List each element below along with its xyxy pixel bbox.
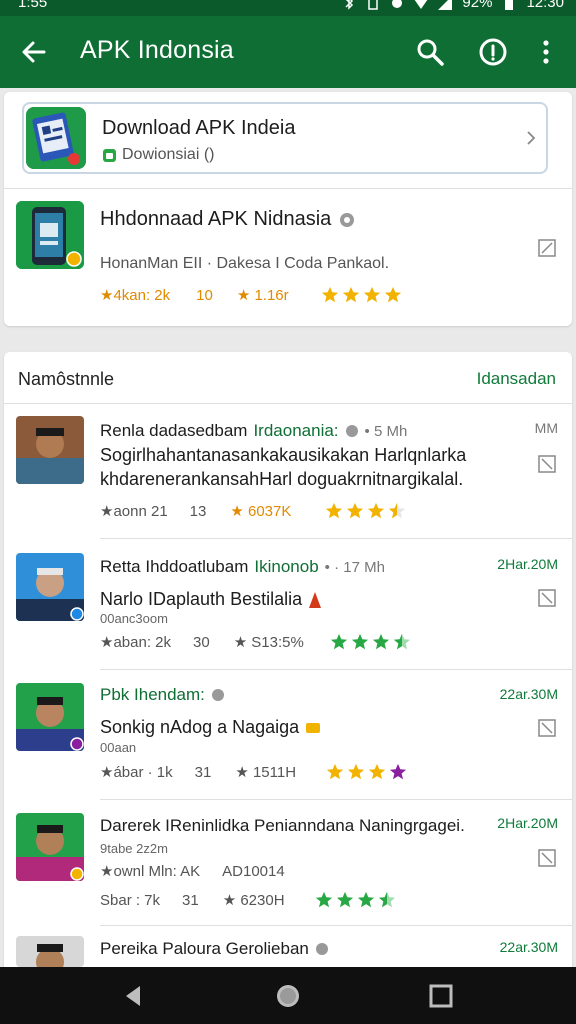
review-body: Sogirlhahantanasankakausikakan Harlqnlar… xyxy=(100,445,467,489)
reviewer-name: Pereika Paloura Gerolieban xyxy=(100,939,329,959)
review-item[interactable]: Pereika Paloura Gerolieban 22ar.30M xyxy=(0,0,576,967)
review-headline: Sonkig nAdog a Nagaiga xyxy=(100,717,321,738)
app-rating-label: ★4kan: 2k xyxy=(100,287,171,304)
star-icon xyxy=(336,891,353,908)
review-meta-top: ★ownl Mln: AK AD10014 xyxy=(100,862,285,881)
review-date: 22ar.30M xyxy=(499,939,558,955)
reviewer-name: Renla dadasedbam Irdaonania: • 5 Mh xyxy=(100,421,408,440)
review-meta: ★aonn 21 13 ★ 6037K xyxy=(100,502,406,520)
app-thumbnail xyxy=(16,201,84,269)
star-icon xyxy=(326,763,344,780)
review-date: MM xyxy=(534,420,558,436)
avatar xyxy=(16,813,84,881)
emoji-icon xyxy=(309,591,322,608)
see-all-link[interactable]: Idansadan xyxy=(477,369,556,389)
checkbox-icon[interactable] xyxy=(538,719,556,737)
divider xyxy=(100,538,572,539)
half-star-icon xyxy=(378,891,395,908)
emoji-icon xyxy=(306,722,321,733)
app-count: 10 xyxy=(196,286,213,304)
review-subtext: 9tabe 2z2m xyxy=(100,841,168,856)
featured-app-developer: Dowionsiai () xyxy=(122,146,215,163)
avatar xyxy=(16,416,84,484)
star-icon xyxy=(347,763,365,780)
star-icon xyxy=(326,502,343,519)
star-icon xyxy=(357,891,374,908)
verified-badge-icon xyxy=(340,212,355,227)
divider xyxy=(4,188,572,189)
divider xyxy=(100,925,572,926)
divider xyxy=(100,669,572,670)
divider xyxy=(100,799,572,800)
star-icon xyxy=(315,891,332,908)
verified-badge-icon xyxy=(211,689,224,701)
verified-badge-icon xyxy=(315,943,328,955)
divider xyxy=(4,403,572,404)
avatar xyxy=(16,553,84,621)
nav-back-icon[interactable] xyxy=(120,983,146,1009)
half-star-icon xyxy=(393,633,410,650)
review-stars xyxy=(315,891,396,909)
star-icon xyxy=(372,633,389,650)
review-meta: ★aban: 2k 30 ★ S13:5% xyxy=(100,633,411,651)
chevron-right-icon[interactable] xyxy=(524,128,538,148)
app-name: Hhdonnaad APK Nidnasia xyxy=(100,208,355,231)
verified-badge-icon xyxy=(345,425,358,437)
star-icon xyxy=(347,502,364,519)
phone-app-icon xyxy=(16,201,84,269)
star-icon xyxy=(368,763,386,780)
review-date: 22ar.30M xyxy=(499,686,558,702)
reviewer-name: Pbk Ihendam: xyxy=(100,685,225,705)
nav-recents-icon[interactable] xyxy=(428,983,454,1009)
star-icon xyxy=(342,286,359,303)
review-headline: Narlo IDaplauth Bestilalia xyxy=(100,589,322,610)
avatar xyxy=(16,936,84,967)
star-icon xyxy=(368,502,385,519)
app-description: HonanMan EII · Dakesa I Coda Pankaol. xyxy=(100,255,390,272)
checkbox-icon[interactable] xyxy=(538,455,556,473)
checkbox-icon[interactable] xyxy=(538,589,556,607)
section-title: Namôstnnle xyxy=(18,369,115,389)
reviewer-name: Darerek IReninlidka Penianndana Naningrg… xyxy=(100,816,465,835)
nav-home-icon[interactable] xyxy=(275,983,301,1009)
app-stars xyxy=(321,286,402,304)
review-meta: Sbar : 7k 31 ★ 6230H xyxy=(100,891,396,909)
avatar xyxy=(16,683,84,751)
reviewer-name: Retta Ihddoatlubam Ikinonob • · 17 Mh xyxy=(100,557,385,576)
star-icon xyxy=(384,286,401,303)
review-subtext: 00aan xyxy=(100,740,137,755)
review-meta: ★ábar · 1k 31 ★ 1511H xyxy=(100,763,407,781)
checkbox-icon[interactable] xyxy=(538,849,556,867)
star-icon xyxy=(389,763,407,780)
review-subtext: 00anc3oom xyxy=(100,611,168,626)
star-icon xyxy=(351,633,368,650)
android-badge-icon xyxy=(103,148,116,162)
app-meta: ★4kan: 2k 10 ★ 1.16r xyxy=(100,286,402,304)
star-icon xyxy=(363,286,380,303)
review-date: 2Har.20M xyxy=(497,556,558,572)
review-stars xyxy=(326,763,407,781)
half-star-icon xyxy=(389,502,406,519)
app-score: ★ 1.16r xyxy=(236,287,289,304)
checkbox-icon[interactable] xyxy=(538,239,556,257)
system-nav-bar xyxy=(0,967,576,1024)
review-stars xyxy=(330,633,411,651)
star-icon xyxy=(330,633,347,650)
review-date: 2Har.20M xyxy=(497,815,558,831)
star-icon xyxy=(321,286,338,303)
featured-app-sub: Dowionsiai () xyxy=(102,146,214,164)
review-stars xyxy=(325,502,406,520)
